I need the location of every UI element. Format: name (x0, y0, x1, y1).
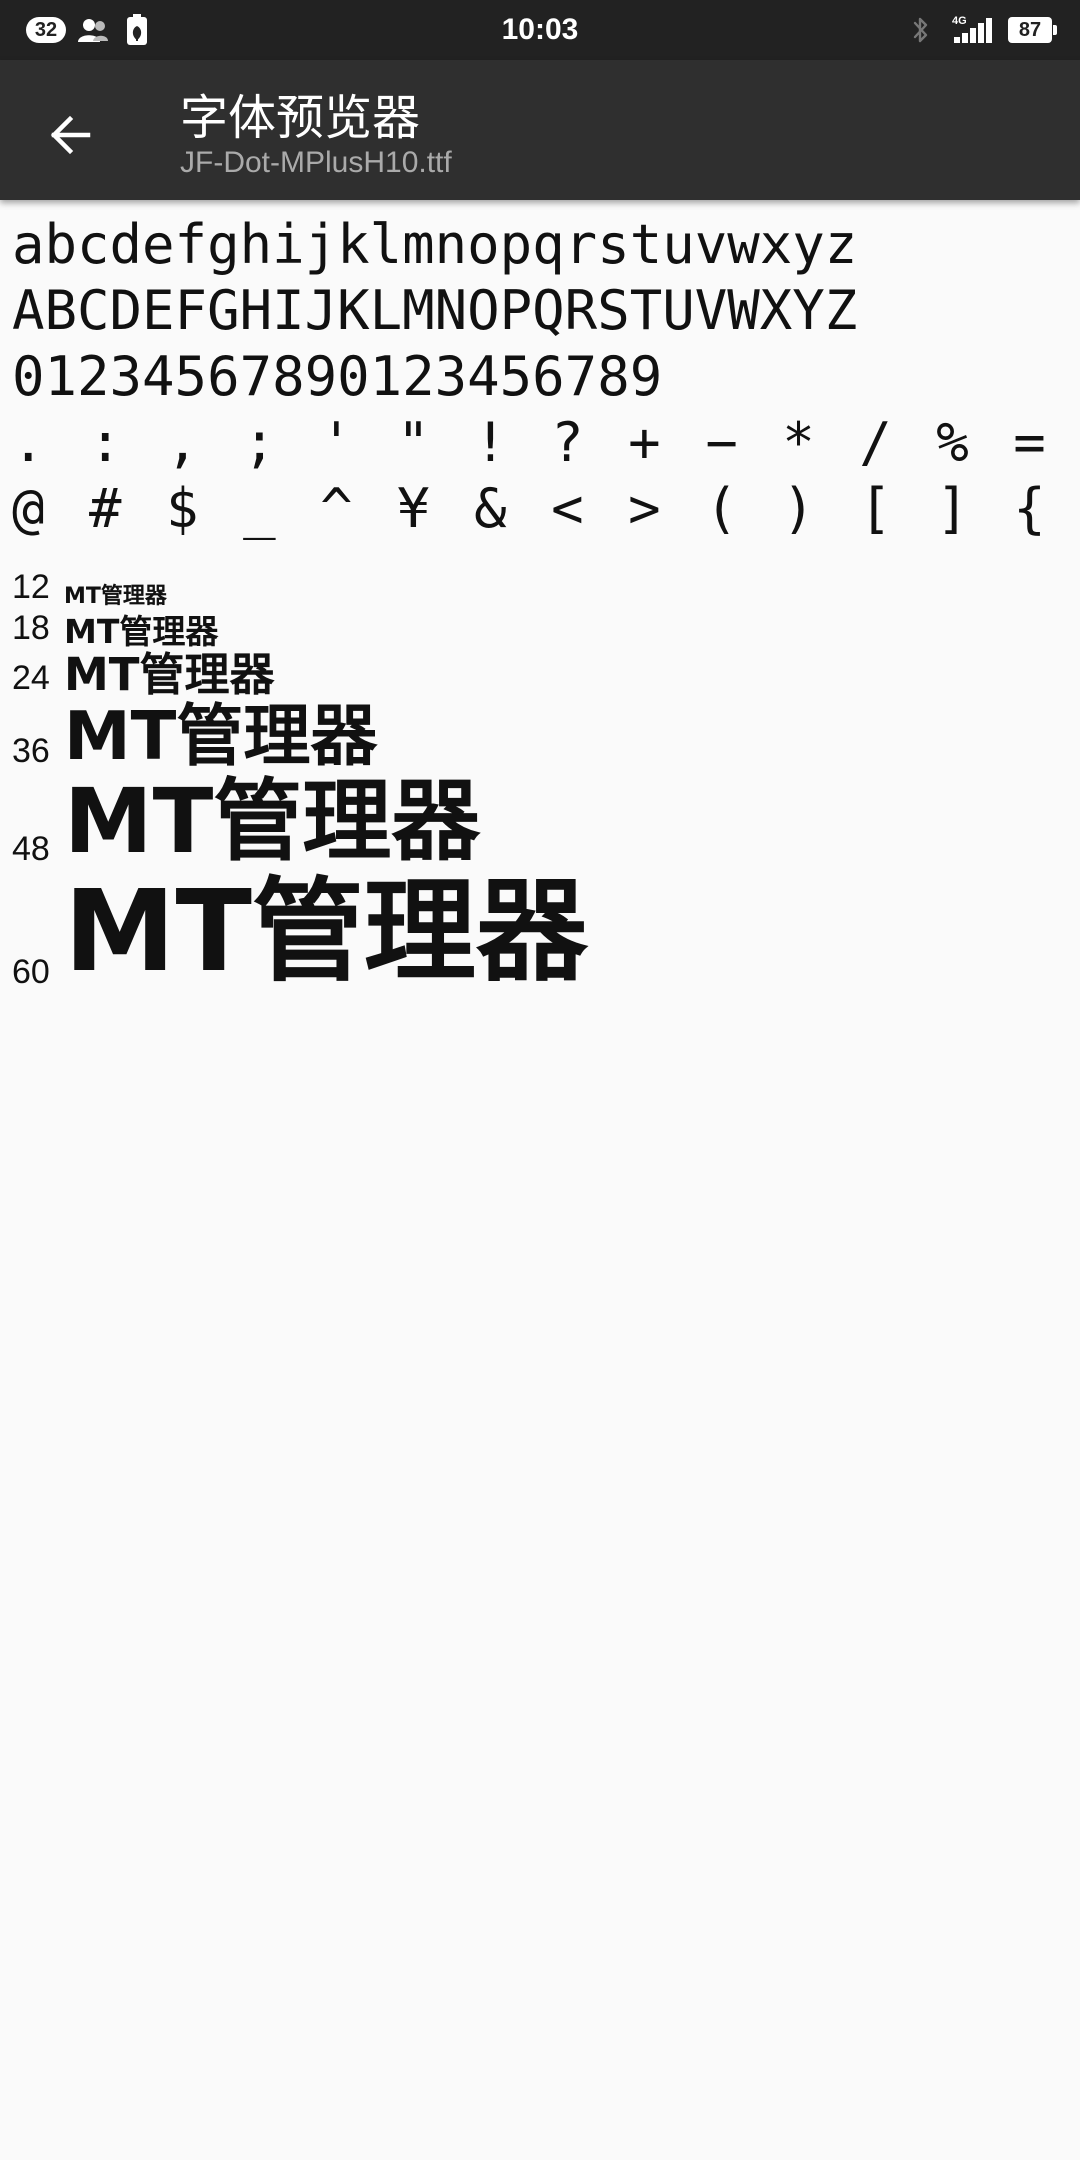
size-label: 12 (12, 568, 50, 606)
status-left: 32 (26, 0, 154, 60)
size-sample-row: 36 MT管理器 (12, 696, 1072, 775)
signal-icon: 4G (952, 13, 994, 47)
page-title: 字体预览器 (180, 90, 421, 146)
size-sample-row: 12 MT管理器 (12, 568, 1072, 609)
preview-punctuation-1: . : , ; ' " ! ? + − * / % = ¯ | (12, 411, 1072, 474)
size-sample-text: MT管理器 (64, 648, 275, 701)
notification-count-badge: 32 (26, 17, 66, 43)
battery-saver-icon (120, 13, 154, 47)
size-label: 18 (12, 609, 50, 647)
arrow-back-icon (50, 115, 91, 155)
back-button[interactable] (30, 95, 110, 175)
font-file-name: JF-Dot-MPlusH10.ttf (180, 146, 452, 179)
app-toolbar: 字体预览器 JF-Dot-MPlusH10.ttf (0, 60, 1080, 200)
size-sample-row: 18 MT管理器 (12, 609, 1072, 650)
size-label: 36 (12, 732, 50, 771)
size-sample-text: MT管理器 (64, 611, 219, 651)
size-sample-row: 24 MT管理器 (12, 650, 1072, 700)
size-label: 48 (12, 830, 50, 869)
size-sample-text: MT管理器 (64, 867, 588, 998)
font-preview: abcdefghijklmnopqrstuvwxyz ABCDEFGHIJKLM… (12, 212, 1072, 994)
preview-digits: 01234567890123456789 (12, 345, 663, 408)
size-samples-list: 12 MT管理器 18 MT管理器 24 MT管理器 36 MT管理器 48 MT管理器 60 MT管… (12, 568, 1072, 994)
size-label: 60 (12, 953, 50, 992)
contacts-icon (76, 13, 110, 47)
preview-lowercase: abcdefghijklmnopqrstuvwxyz (12, 213, 858, 276)
status-right: 4G 87 (904, 0, 1057, 60)
size-sample-text: MT管理器 (64, 696, 378, 775)
size-label: 24 (12, 658, 50, 697)
size-sample-row: 60 MT管理器 (12, 867, 1072, 998)
network-type-label: 4G (952, 15, 967, 27)
preview-uppercase: ABCDEFGHIJKLMNOPQRSTUVWXYZ (12, 279, 858, 342)
bluetooth-icon (904, 13, 938, 47)
size-sample-text: MT管理器 (64, 769, 481, 874)
battery-indicator: 87 (1008, 17, 1057, 43)
status-bar: 32 10:03 4G 87 (0, 0, 1080, 60)
size-sample-row: 48 MT管理器 (12, 769, 1072, 874)
preview-punctuation-2: @ # $ _ ^ ¥ & < > ( ) [ ] { } (12, 477, 1072, 540)
size-sample-text: MT管理器 (64, 583, 167, 609)
